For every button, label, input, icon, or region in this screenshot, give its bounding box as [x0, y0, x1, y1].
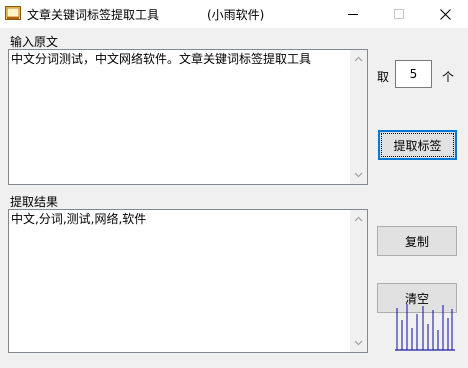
source-text-content[interactable]: 中文分词测试，中文网络软件。文章关键词标签提取工具: [11, 51, 349, 67]
focus-rectangle: [381, 133, 454, 157]
close-icon: [439, 8, 451, 20]
window-title-suffix: (小雨软件): [207, 8, 265, 22]
maximize-button[interactable]: [376, 0, 422, 28]
audio-waveform-graphic: [395, 304, 455, 351]
scroll-up-icon[interactable]: [354, 56, 363, 62]
result-text-content[interactable]: 中文,分词,测试,网络,软件: [11, 211, 349, 227]
minimize-button[interactable]: [330, 0, 376, 28]
close-button[interactable]: [422, 0, 468, 28]
source-text-input[interactable]: 中文分词测试，中文网络软件。文章关键词标签提取工具: [8, 49, 368, 185]
result-label: 提取结果: [10, 195, 59, 209]
count-prefix-label: 取: [377, 70, 390, 84]
scroll-down-icon[interactable]: [354, 340, 363, 346]
maximize-icon: [394, 9, 404, 19]
copy-button[interactable]: 复制: [377, 226, 457, 256]
copy-button-label: 复制: [404, 234, 429, 249]
title-bar[interactable]: 文章关键词标签提取工具 (小雨软件): [0, 0, 468, 28]
result-text-scrollbar[interactable]: [350, 210, 367, 352]
app-window: 文章关键词标签提取工具 (小雨软件) 输入原文 中文分词测试，中文网络软件。文章…: [0, 0, 468, 368]
input-label: 输入原文: [10, 35, 59, 49]
minimize-icon: [348, 14, 358, 15]
source-text-scrollbar[interactable]: [350, 50, 367, 184]
extract-tags-button[interactable]: 提取标签: [378, 130, 457, 160]
count-suffix-label: 个: [442, 70, 455, 84]
scroll-down-icon[interactable]: [354, 172, 363, 178]
result-text-output[interactable]: 中文,分词,测试,网络,软件: [8, 209, 368, 353]
app-icon: [5, 6, 21, 20]
scroll-up-icon[interactable]: [354, 216, 363, 222]
window-title: 文章关键词标签提取工具: [27, 8, 160, 22]
tag-count-input[interactable]: 5: [395, 60, 432, 88]
